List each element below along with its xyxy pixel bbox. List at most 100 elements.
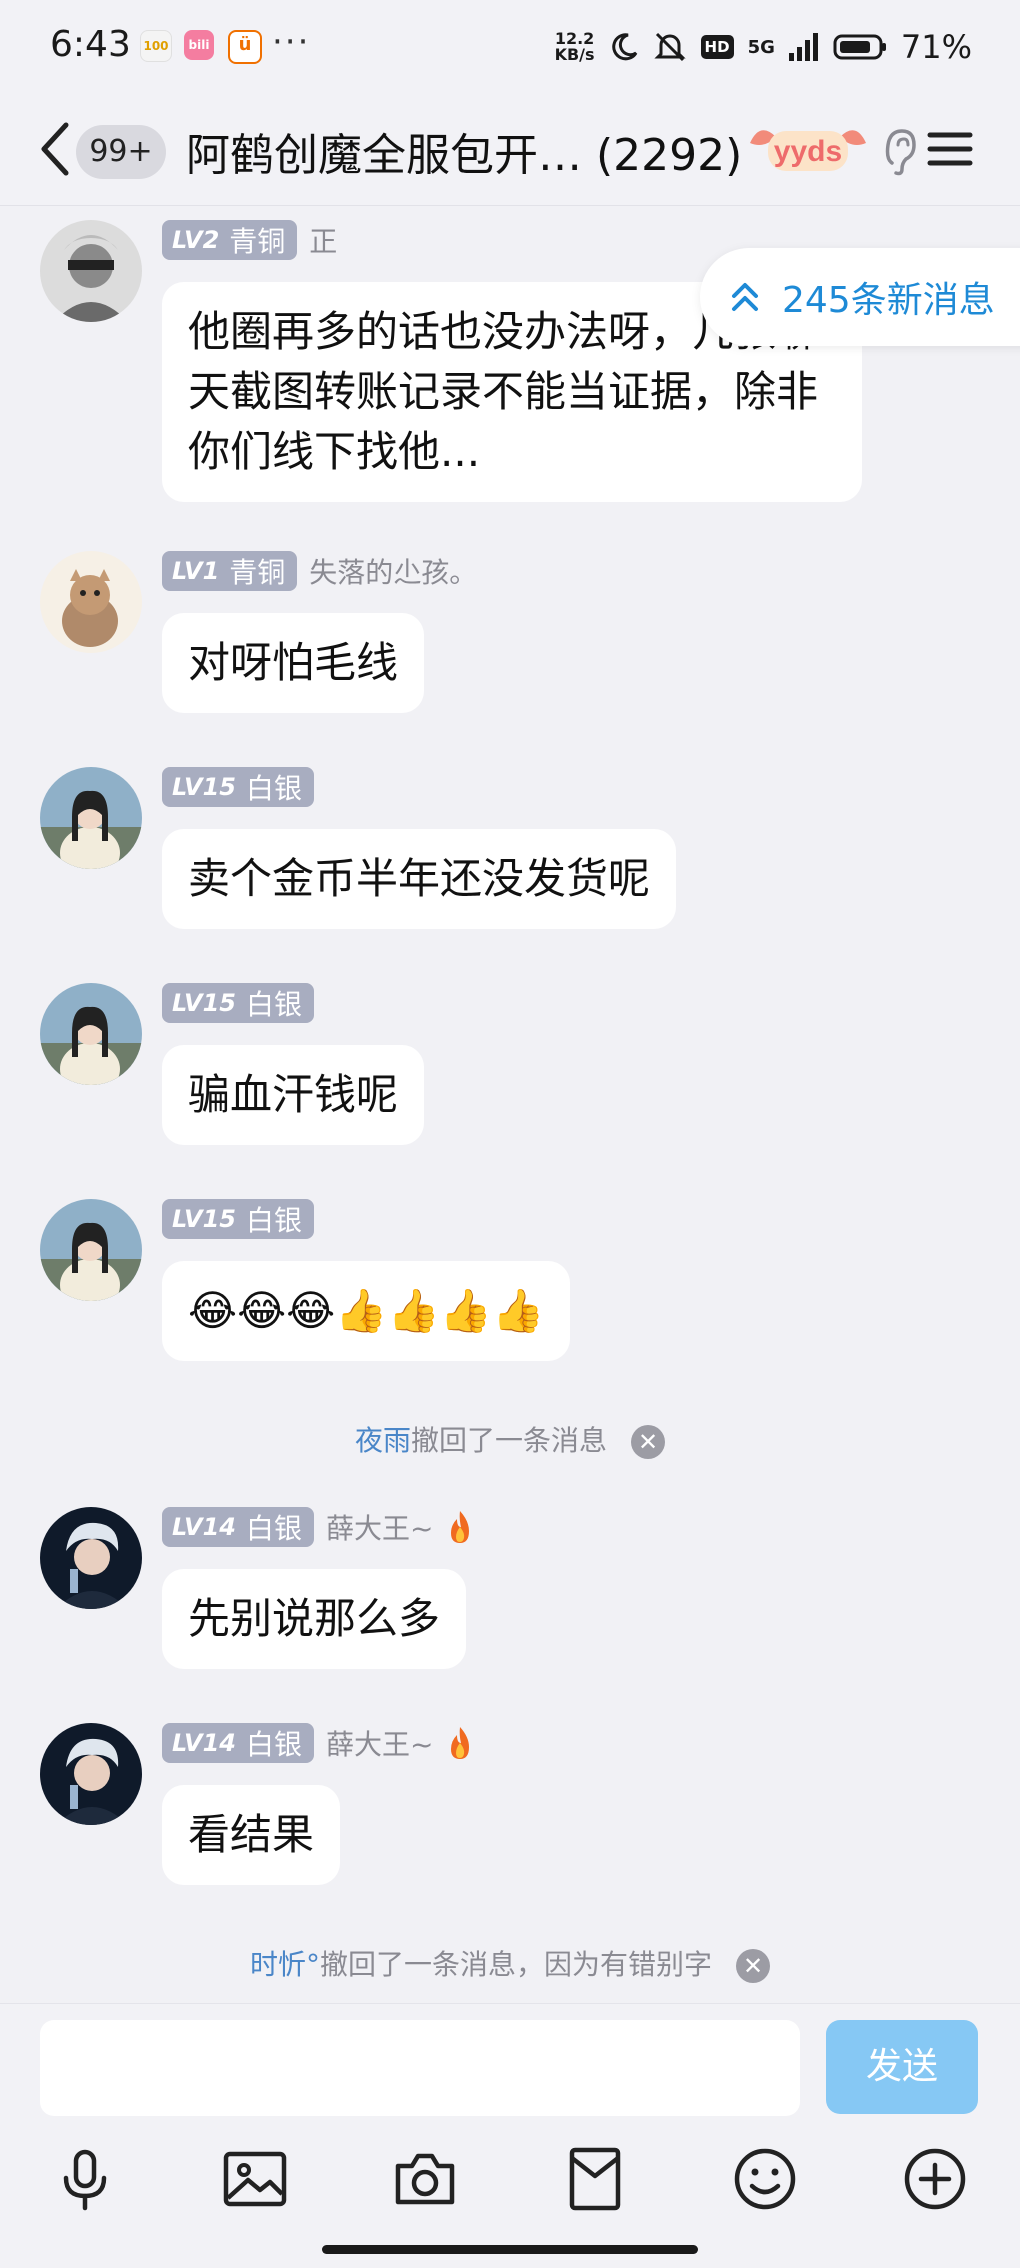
back-arrow-icon[interactable] — [36, 117, 76, 181]
avatar[interactable] — [40, 551, 142, 653]
message-line: 看结果 — [188, 1810, 315, 1859]
message-bubble[interactable]: 😂😂😂👍👍👍👍 — [162, 1261, 571, 1361]
avatar[interactable] — [40, 1199, 142, 1301]
message-input[interactable] — [40, 2020, 800, 2116]
avatar[interactable] — [40, 983, 142, 1085]
level-badge: LV14 白银 — [162, 1507, 314, 1547]
moon-icon — [611, 33, 637, 61]
ear-icon[interactable] — [880, 123, 920, 179]
message-bubble[interactable]: 对呀怕毛线 — [162, 613, 425, 713]
message-item: LV15 白银 卖个金币半年还没发货呢 — [0, 767, 1020, 937]
sender-info: LV15 白银 — [162, 767, 326, 807]
100-app-icon: 100 — [140, 30, 172, 62]
battery-icon — [833, 34, 886, 60]
recall-text: 撤回了一条消息，因为有错别字 — [320, 1948, 713, 1981]
red-packet-icon[interactable] — [560, 2144, 630, 2214]
bilibili-app-icon: bili — [184, 30, 214, 60]
taobao-app-icon: ü — [228, 30, 262, 64]
avatar[interactable] — [40, 767, 142, 869]
hd-icon: HD — [700, 35, 734, 59]
sender-nickname[interactable]: 失落的尐孩。 — [309, 551, 477, 591]
level-badge: LV15 白银 — [162, 1199, 314, 1239]
camera-icon[interactable] — [390, 2144, 460, 2214]
message-item: LV14 白银 薛大王~ 看结果 — [0, 1723, 1020, 1893]
recall-user[interactable]: 夜雨 — [355, 1424, 411, 1457]
level-badge: LV14 白银 — [162, 1723, 314, 1763]
close-icon[interactable]: ✕ — [736, 1949, 771, 1983]
new-messages-label: 245条新消息 — [782, 280, 995, 321]
rank-label: 青铜 — [229, 225, 286, 258]
new-messages-button[interactable]: 245条新消息 — [700, 248, 1020, 346]
group-name: 阿鹤创魔全服包开… — [186, 130, 582, 181]
send-button[interactable]: 发送 — [826, 2020, 978, 2114]
message-bubble[interactable]: 看结果 — [162, 1785, 341, 1885]
message-line: 先别说那么多 — [188, 1594, 441, 1643]
yyds-badge-text: yyds — [774, 135, 842, 168]
rank-label: 青铜 — [229, 556, 286, 589]
sender-nickname[interactable]: 薛大王~ — [326, 1723, 433, 1763]
message-bubble[interactable]: 先别说那么多 — [162, 1569, 467, 1669]
message-line: 你们线下找他... — [188, 427, 481, 476]
message-item: LV14 白银 薛大王~ 先别说那么多 — [0, 1507, 1020, 1677]
message-line: 对呀怕毛线 — [188, 638, 399, 687]
level-value: LV2 — [172, 226, 220, 254]
signal-icon — [788, 33, 818, 61]
battery-level: 71% — [900, 28, 972, 66]
level-badge: LV2 青铜 — [162, 220, 298, 260]
level-value: LV14 — [172, 1729, 236, 1757]
level-value: LV1 — [172, 557, 220, 585]
sender-info: LV1 青铜 失落的尐孩。 — [162, 551, 477, 591]
avatar[interactable] — [40, 1507, 142, 1609]
message-line: 😂😂😂👍👍👍👍 — [188, 1286, 545, 1335]
rank-label: 白银 — [245, 1512, 302, 1545]
rank-label: 白银 — [245, 772, 302, 805]
yyds-badge-icon: yyds — [750, 130, 866, 171]
avatar[interactable] — [40, 220, 142, 322]
sender-info: LV15 白银 — [162, 1199, 326, 1239]
unread-count-badge[interactable]: 99+ — [76, 125, 166, 179]
level-value: LV14 — [172, 1513, 236, 1541]
microphone-icon[interactable] — [50, 2144, 120, 2214]
emoji-icon[interactable] — [730, 2144, 800, 2214]
group-title[interactable]: 阿鹤创魔全服包开… (2292) — [186, 119, 742, 183]
mute-bell-icon — [653, 32, 686, 62]
level-value: LV15 — [172, 1205, 236, 1233]
net-speed-unit: KB/s — [554, 45, 595, 64]
double-chevron-up-icon — [732, 283, 758, 311]
network-type: 5G — [747, 36, 775, 58]
sender-info: LV2 青铜 正 — [162, 220, 337, 260]
level-value: LV15 — [172, 989, 236, 1017]
rank-label: 白银 — [245, 1204, 302, 1237]
member-count: (2292) — [596, 130, 743, 181]
message-line: 骗血汗钱呢 — [188, 1070, 399, 1119]
level-badge: LV15 白银 — [162, 983, 314, 1023]
composer: 发送 — [0, 2003, 1020, 2268]
message-line: 天截图转账记录不能当证据，除非 — [188, 367, 819, 416]
recall-notice: 时忻°撤回了一条消息，因为有错别字 ✕ — [0, 1942, 1020, 1988]
sender-info: LV14 白银 薛大王~ — [162, 1507, 475, 1547]
more-dots-icon: ··· — [272, 22, 311, 62]
level-badge: LV15 白银 — [162, 767, 314, 807]
avatar[interactable] — [40, 1723, 142, 1825]
image-icon[interactable] — [220, 2144, 290, 2214]
sender-nickname[interactable]: 薛大王~ — [326, 1507, 433, 1547]
sender-info: LV14 白银 薛大王~ — [162, 1723, 475, 1763]
plus-icon[interactable] — [900, 2144, 970, 2214]
menu-icon[interactable] — [924, 121, 976, 177]
rank-label: 白银 — [245, 988, 302, 1021]
status-time: 6:43 — [50, 24, 131, 65]
message-bubble[interactable]: 卖个金币半年还没发货呢 — [162, 829, 677, 929]
status-bar: 6:43 100 bili ü ··· 12.2 KB/s HD 5G 71% — [0, 0, 1020, 95]
message-bubble[interactable]: 骗血汗钱呢 — [162, 1045, 425, 1145]
sender-nickname[interactable]: 正 — [309, 220, 337, 260]
net-speed: 12.2 KB/s — [555, 31, 595, 63]
message-line: 卖个金币半年还没发货呢 — [188, 854, 651, 903]
recall-user[interactable]: 时忻° — [250, 1948, 320, 1981]
home-indicator[interactable] — [322, 2245, 698, 2254]
message-item: LV1 青铜 失落的尐孩。 对呀怕毛线 — [0, 551, 1020, 721]
level-value: LV15 — [172, 773, 236, 801]
message-item: LV15 白银 骗血汗钱呢 — [0, 983, 1020, 1153]
chat-header: 99+ 阿鹤创魔全服包开… (2292) yyds — [0, 95, 1020, 206]
level-badge: LV1 青铜 — [162, 551, 298, 591]
close-icon[interactable]: ✕ — [631, 1425, 666, 1459]
